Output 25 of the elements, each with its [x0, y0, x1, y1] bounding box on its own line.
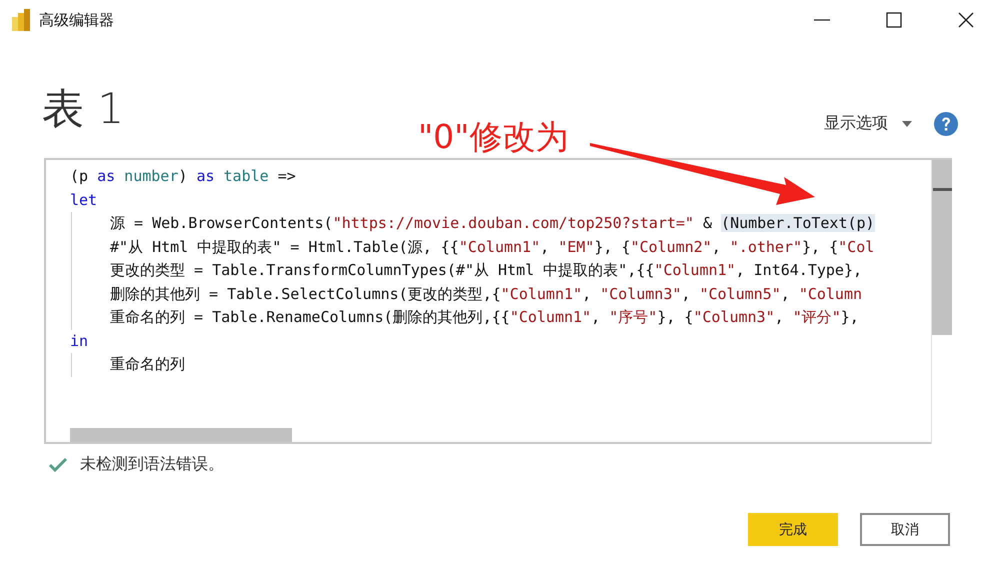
code-line: 源 = Web.BrowserContents("https://movie.douban.com/top250?start=" & (Number.ToText(p) — [110, 213, 875, 234]
close-icon[interactable] — [958, 12, 974, 28]
code-line: let — [70, 190, 98, 210]
code-line: in — [70, 330, 88, 352]
code-line: 重命名的列 — [110, 354, 185, 375]
code-line: 重命名的列 = Table.RenameColumns(删除的其他列,{{"Column1", "序号"}, {"Column3", "评分"}, — [110, 307, 859, 328]
code-line: (p as number) as table => — [70, 166, 296, 187]
vertical-scrollbar[interactable] — [931, 160, 952, 444]
horizontal-scrollbar-thumb[interactable] — [70, 428, 292, 442]
code-line: 更改的类型 = Table.TransformColumnTypes(#"从 Html 中提取的表",{{"Column1", Int64.Type}, — [110, 260, 862, 281]
status-message: 未检测到语法错误。 — [80, 454, 224, 475]
code-editor[interactable] — [44, 158, 952, 444]
cancel-button[interactable]: 取消 — [860, 513, 950, 546]
caret-icon — [902, 120, 912, 126]
query-heading: 表 1 — [42, 84, 124, 134]
code-line: #"从 Html 中提取的表" = Html.Table(源, {{"Column1", "EM"}, {"Column2", ".other"}, {"Col — [110, 236, 874, 258]
bar-chart-logo-icon — [12, 9, 30, 31]
done-button[interactable]: 完成 — [748, 513, 838, 546]
scrollbar-thumb[interactable] — [932, 160, 952, 335]
annotation-text: "0"修改为 — [418, 116, 568, 158]
display-options-dropdown[interactable]: 显示选项 — [822, 111, 914, 136]
maximize-icon[interactable] — [886, 12, 902, 28]
window-title: 高级编辑器 — [39, 10, 114, 30]
help-icon[interactable] — [934, 112, 958, 136]
code-line: 删除的其他列 = Table.SelectColumns(更改的类型,{"Column1", "Column3", "Column5", "Column — [110, 284, 862, 304]
